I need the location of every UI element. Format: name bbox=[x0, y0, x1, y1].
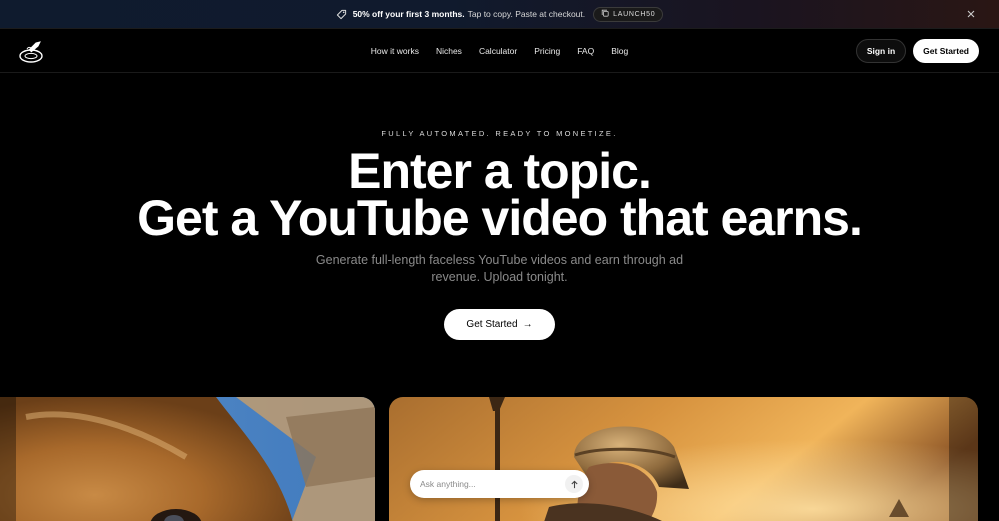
nav-actions: Sign in Get Started bbox=[855, 39, 979, 63]
hero-get-started-button[interactable]: Get Started → bbox=[444, 309, 555, 340]
sign-in-button[interactable]: Sign in bbox=[855, 39, 907, 63]
promo-code: LAUNCH50 bbox=[613, 10, 656, 18]
nav-link-pricing[interactable]: Pricing bbox=[534, 46, 560, 56]
ask-placeholder: Ask anything... bbox=[420, 479, 476, 489]
nav-link-niches[interactable]: Niches bbox=[436, 46, 462, 56]
hero-subtitle-line1: Generate full-length faceless YouTube vi… bbox=[315, 253, 684, 267]
dog-image bbox=[0, 397, 375, 521]
preview-card-dog bbox=[0, 397, 375, 521]
main-nav: How it works Niches Calculator Pricing F… bbox=[0, 29, 999, 73]
nav-link-faq[interactable]: FAQ bbox=[577, 46, 594, 56]
nav-link-blog[interactable]: Blog bbox=[611, 46, 628, 56]
nav-links: How it works Niches Calculator Pricing F… bbox=[0, 29, 999, 73]
copy-code-button[interactable]: LAUNCH50 bbox=[593, 6, 664, 22]
preview-card-soldier bbox=[389, 397, 978, 521]
nav-link-how-it-works[interactable]: How it works bbox=[371, 46, 419, 56]
copy-icon bbox=[601, 9, 609, 19]
close-icon[interactable] bbox=[965, 8, 977, 20]
tag-icon bbox=[336, 9, 347, 20]
promo-offer: 50% off your first 3 months. bbox=[352, 9, 465, 19]
hero-headline-line1: Enter a topic. bbox=[348, 143, 652, 199]
promo-instructions: Tap to copy. Paste at checkout. bbox=[467, 9, 586, 19]
hero-headline-line2: Get a YouTube video that earns. bbox=[137, 190, 863, 246]
promo-banner[interactable]: 50% off your first 3 months. Tap to copy… bbox=[0, 0, 999, 29]
nav-get-started-button[interactable]: Get Started bbox=[913, 39, 979, 63]
ask-input[interactable]: Ask anything... bbox=[410, 470, 589, 498]
soldier-image bbox=[389, 397, 978, 521]
send-arrow-up-icon[interactable] bbox=[565, 475, 583, 493]
arrow-right-icon: → bbox=[522, 319, 533, 330]
nav-link-calculator[interactable]: Calculator bbox=[479, 46, 517, 56]
cta-label: Get Started bbox=[466, 319, 518, 330]
hero-subtitle-line2: revenue. Upload tonight. bbox=[431, 270, 568, 284]
hero-eyebrow: FULLY AUTOMATED. READY TO MONETIZE. bbox=[381, 129, 618, 138]
